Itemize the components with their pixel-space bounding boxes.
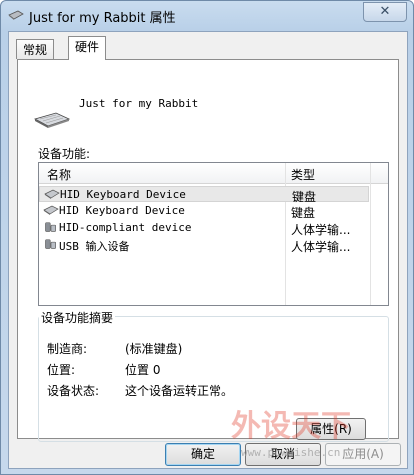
keyboard-icon (8, 10, 24, 20)
column-divider (370, 163, 371, 305)
keyboard-icon (44, 189, 60, 199)
column-type-header[interactable]: 类型 (291, 166, 315, 183)
location-label: 位置: (47, 363, 76, 377)
tab-general[interactable]: 常规 (16, 39, 55, 59)
list-item[interactable]: USB 输入设备 人体学输... (39, 237, 369, 254)
status-label: 设备状态: (47, 384, 100, 398)
summary-title: 设备功能摘要 (39, 309, 116, 326)
keyboard-icon (34, 112, 70, 128)
hid-device-icon (45, 239, 56, 249)
tab-hardware[interactable]: 硬件 (68, 36, 107, 60)
site-watermark: 外设天下 www.pcwaishe.cn (231, 409, 351, 459)
manufacturer-value: (标准键盘) (125, 342, 183, 356)
title-bar[interactable]: Just for my Rabbit 属性 ✕ (1, 1, 413, 31)
list-item[interactable]: HID-compliant device 人体学输... (39, 220, 369, 237)
device-name: Just for my Rabbit (79, 97, 199, 110)
device-type-cell: 人体学输... (291, 223, 351, 237)
svg-text:外设天下: 外设天下 (231, 409, 351, 444)
keyboard-icon (43, 205, 59, 215)
list-item[interactable]: HID Keyboard Device 键盘 (39, 203, 369, 220)
functions-list[interactable]: 名称 类型 HID Keyboard Device 键盘 HID Keyboar… (38, 162, 389, 306)
device-name-cell: HID Keyboard Device (60, 188, 186, 201)
close-icon: ✕ (379, 4, 391, 19)
window-title: Just for my Rabbit 属性 (29, 11, 176, 26)
column-name-header[interactable]: 名称 (47, 166, 71, 183)
watermark-url: www.pcwaishe.cn (241, 446, 340, 459)
device-name-cell: HID Keyboard Device (59, 204, 185, 217)
device-name-cell: HID-compliant device (59, 221, 192, 234)
close-button[interactable]: ✕ (363, 2, 407, 22)
functions-label: 设备功能: (38, 147, 91, 161)
list-item[interactable]: HID Keyboard Device 键盘 (39, 186, 369, 204)
properties-window: Just for my Rabbit 属性 ✕ 常规 硬件 Just for m… (0, 0, 414, 475)
client-area: 常规 硬件 Just for my Rabbit 设备功能: 名称 类型 HID… (8, 31, 408, 469)
manufacturer-label: 制造商: (47, 342, 88, 356)
status-value: 这个设备运转正常。 (125, 384, 234, 398)
hardware-panel: Just for my Rabbit 设备功能: 名称 类型 HID Keybo… (17, 59, 399, 442)
device-name-cell: USB 输入设备 (59, 240, 130, 253)
hid-device-icon (45, 222, 56, 232)
device-type-cell: 键盘 (291, 206, 316, 220)
location-value: 位置 0 (125, 363, 161, 377)
device-type-cell: 人体学输... (291, 240, 351, 254)
list-header: 名称 类型 (39, 163, 388, 184)
